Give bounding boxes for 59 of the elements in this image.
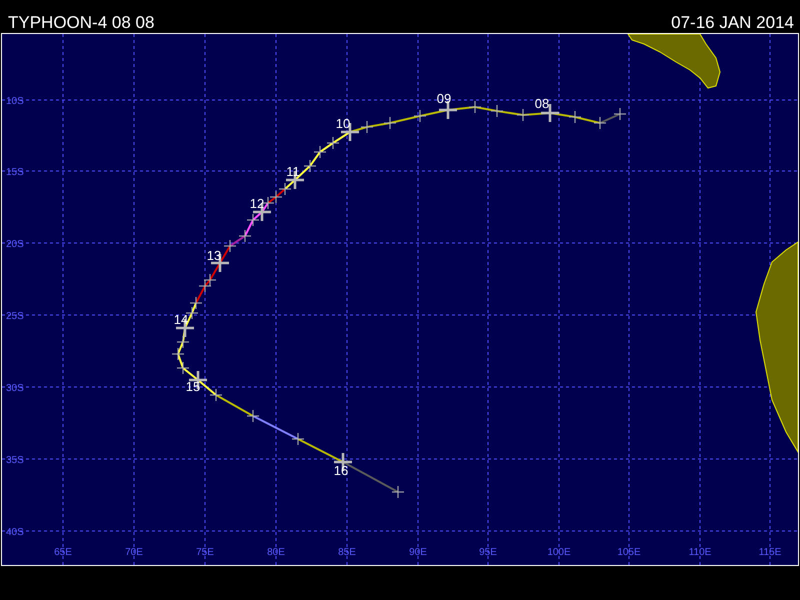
longitude-label: 75E [196, 547, 214, 558]
longitude-label: 110E [688, 547, 712, 558]
map-title: TYPHOON-4 08 08 [8, 13, 154, 33]
position-marker [516, 108, 530, 122]
position-marker [594, 116, 606, 130]
day-label: 15 [186, 379, 200, 394]
position-marker [176, 336, 190, 348]
position-marker [614, 108, 626, 120]
position-marker [198, 280, 212, 292]
day-label: 13 [206, 248, 222, 263]
latitude-label: 40S [6, 527, 24, 538]
track-segment [298, 438, 344, 463]
day-label: 12 [250, 196, 264, 211]
position-marker [246, 214, 260, 226]
day-label: 10 [336, 116, 350, 131]
day-label: 08 [534, 96, 550, 111]
position-marker [490, 104, 504, 118]
position-marker [384, 116, 396, 130]
position-marker [278, 182, 292, 196]
latitude-label: 10S [6, 96, 24, 107]
longitude-label: 65E [54, 547, 72, 558]
position-marker [172, 348, 184, 360]
latitude-label: 15S [6, 167, 24, 178]
position-marker [568, 110, 582, 124]
longitude-label: 85E [338, 547, 356, 558]
day-label: 14 [174, 312, 188, 327]
position-marker [210, 388, 222, 402]
latitude-label: 30S [6, 383, 24, 394]
day-label: 16 [334, 463, 348, 478]
position-marker [246, 410, 260, 422]
position-marker [270, 190, 282, 204]
longitude-label: 115E [758, 547, 782, 558]
day-marker [188, 370, 208, 390]
track-segment [252, 415, 298, 440]
position-marker [326, 136, 340, 150]
longitude-label: 105E [617, 547, 641, 558]
longitude-label: 80E [267, 547, 285, 558]
latitude-label: 25S [6, 311, 24, 322]
longitude-label: 70E [125, 547, 143, 558]
longitude-label: 100E [547, 547, 571, 558]
date-range: 07-16 JAN 2014 [671, 13, 794, 33]
latitude-label: 20S [6, 239, 24, 250]
position-marker [190, 296, 202, 310]
position-marker [360, 120, 374, 134]
longitude-label: 95E [479, 547, 497, 558]
position-marker [304, 160, 316, 172]
position-marker [414, 110, 426, 122]
position-marker [238, 230, 252, 242]
day-marker [210, 252, 230, 274]
position-marker [204, 274, 216, 286]
position-marker [176, 362, 190, 374]
latitude-label: 35S [6, 455, 24, 466]
position-marker [468, 100, 482, 114]
position-marker [224, 240, 236, 252]
position-marker [292, 432, 304, 446]
longitude-label: 90E [409, 547, 427, 558]
day-label: 09 [436, 91, 452, 106]
position-marker [314, 146, 326, 158]
position-marker [392, 486, 404, 498]
